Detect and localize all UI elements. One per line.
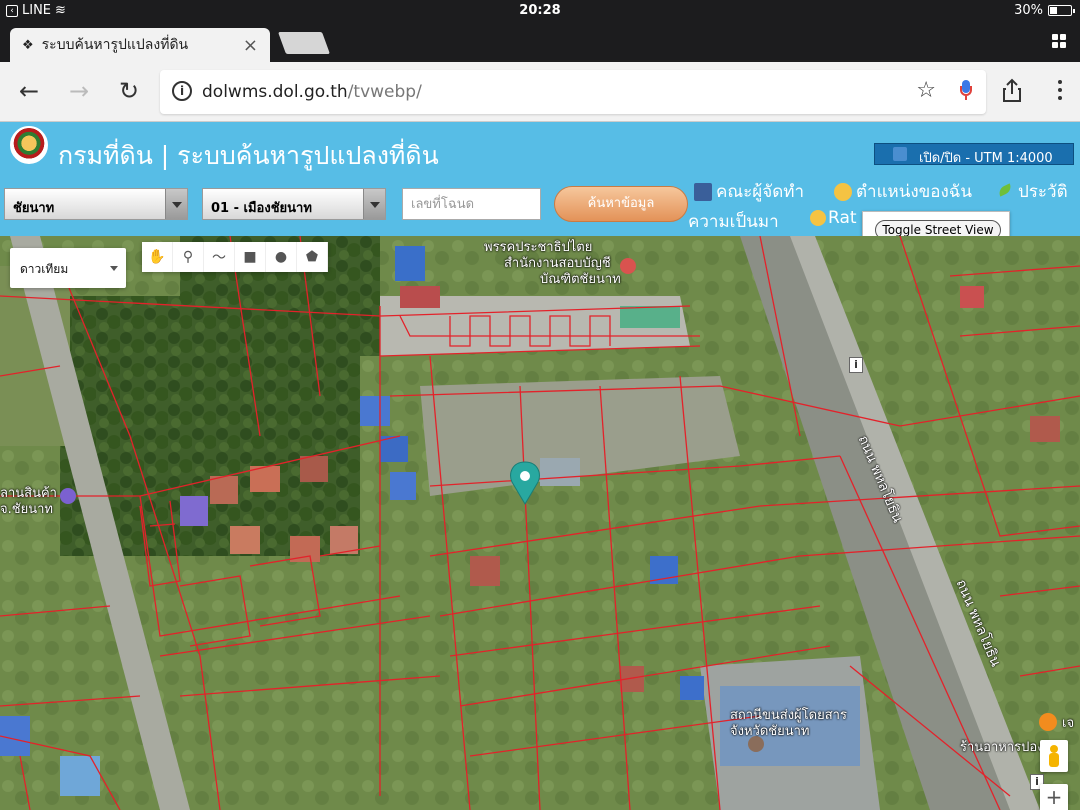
voice-search-icon[interactable]: [960, 80, 972, 100]
menu-my-location[interactable]: ตำแหน่งของฉัน: [834, 178, 972, 205]
poi-label: จังหวัดชัยนาท: [730, 724, 810, 739]
poi-label: เจ: [1062, 716, 1075, 731]
clock: 20:28: [519, 3, 561, 18]
address-bar[interactable]: i dolwms.dol.go.th/tvwebp/ ☆: [160, 70, 986, 114]
poi-label: บัณฑิตชัยนาท: [540, 272, 621, 287]
map-type-select[interactable]: ดาวเทียม: [10, 248, 126, 288]
pegman-street-view-icon[interactable]: [1040, 740, 1068, 772]
menu-team-label: คณะผู้จัดทำ: [716, 182, 804, 202]
menu-background[interactable]: ความเป็นมา: [688, 208, 779, 235]
deed-number-input[interactable]: [402, 188, 541, 220]
search-button[interactable]: ค้นหาข้อมูล: [554, 186, 688, 222]
sprout-icon: [996, 183, 1014, 201]
menu-rate[interactable]: Rat: [810, 208, 857, 228]
tab-title: ระบบค้นหารูปแปลงที่ดิน: [41, 37, 189, 53]
battery-icon: [1048, 5, 1075, 16]
province-value: ชัยนาท: [13, 201, 55, 216]
site-header: กรมที่ดิน | ระบบค้นหารูปแปลงที่ดิน เปิด/…: [0, 122, 1080, 247]
chevron-down-icon: [165, 189, 187, 219]
tab-active[interactable]: ❖ ระบบค้นหารูปแปลงที่ดิน ×: [10, 28, 270, 62]
smiley-icon: [810, 210, 826, 226]
close-tab-icon[interactable]: ×: [243, 35, 258, 56]
marker-tool-icon[interactable]: ⚲: [173, 242, 204, 272]
province-select[interactable]: ชัยนาท: [4, 188, 188, 220]
district-value: 01 - เมืองชัยนาท: [211, 201, 312, 216]
polygon-tool-icon[interactable]: ⬟: [297, 242, 328, 272]
status-right: 30%: [1014, 3, 1075, 18]
menu-history-label: ประวัติ: [1018, 182, 1068, 202]
chevron-down-icon: [363, 189, 385, 219]
forward-arrow-icon[interactable]: →: [64, 76, 94, 106]
toggle-checkbox-icon: [893, 147, 907, 161]
info-marker-icon[interactable]: i: [849, 357, 863, 373]
layers-favicon-icon: ❖: [22, 37, 34, 53]
hand-pan-icon[interactable]: ✋: [142, 242, 173, 272]
ios-status-bar: ‹ LINE ≋ 20:28 30%: [0, 0, 1080, 22]
menu-history[interactable]: ประวัติ: [996, 178, 1068, 205]
battery-percent: 30%: [1014, 3, 1043, 18]
tab-switcher-icon[interactable]: [1052, 34, 1066, 48]
url-path: /tvwebp/: [347, 82, 422, 102]
browser-toolbar: ← → ↻ i dolwms.dol.go.th/tvwebp/ ☆: [0, 62, 1080, 122]
staff-icon: [694, 182, 712, 201]
new-tab-button[interactable]: [277, 32, 331, 54]
tab-strip: ❖ ระบบค้นหารูปแปลงที่ดิน ×: [0, 22, 1080, 62]
menu-team[interactable]: คณะผู้จัดทำ: [694, 178, 804, 205]
bookmark-star-icon[interactable]: ☆: [916, 78, 936, 103]
reload-icon[interactable]: ↻: [114, 76, 144, 106]
person-face-icon: [834, 182, 852, 201]
poi-label: ร้านอาหารปอง: [960, 740, 1044, 755]
poi-marker-icon[interactable]: [620, 258, 636, 274]
menu-my-location-label: ตำแหน่งของฉัน: [856, 182, 973, 202]
restaurant-poi-icon[interactable]: [1039, 713, 1057, 731]
drawing-toolbar: ✋ ⚲ 〜 ■ ● ⬟: [142, 242, 328, 272]
url-text[interactable]: dolwms.dol.go.th/tvwebp/: [202, 82, 422, 102]
rectangle-tool-icon[interactable]: ■: [235, 242, 266, 272]
url-host: dolwms.dol.go.th: [202, 82, 348, 102]
page-title: กรมที่ดิน | ระบบค้นหารูปแปลงที่ดิน: [58, 141, 439, 170]
battery-level: [1050, 7, 1057, 14]
satellite-map[interactable]: ดาวเทียม ✋ ⚲ 〜 ■ ● ⬟ พรรคประชาธิปไตย สำน…: [0, 236, 1080, 810]
department-logo: [10, 126, 48, 164]
utm-layer-label: เปิด/ปิด - UTM 1:4000: [919, 151, 1053, 166]
poi-label: จ.ชัยนาท: [0, 502, 53, 517]
chevron-down-icon: [110, 266, 118, 271]
share-icon[interactable]: [998, 76, 1026, 106]
menu-rate-label: Rat: [828, 208, 857, 228]
polyline-tool-icon[interactable]: 〜: [204, 242, 235, 272]
map-canvas[interactable]: [0, 236, 1080, 810]
info-icon[interactable]: i: [172, 81, 192, 101]
map-type-value: ดาวเทียม: [20, 262, 69, 276]
utm-layer-toggle[interactable]: เปิด/ปิด - UTM 1:4000: [874, 143, 1074, 166]
back-arrow-icon[interactable]: ←: [14, 76, 44, 106]
more-menu-icon[interactable]: [1058, 80, 1062, 100]
zoom-in-button[interactable]: +: [1040, 784, 1068, 810]
shopping-poi-icon[interactable]: [60, 488, 76, 504]
district-select[interactable]: 01 - เมืองชัยนาท: [202, 188, 386, 220]
circle-tool-icon[interactable]: ●: [266, 242, 297, 272]
